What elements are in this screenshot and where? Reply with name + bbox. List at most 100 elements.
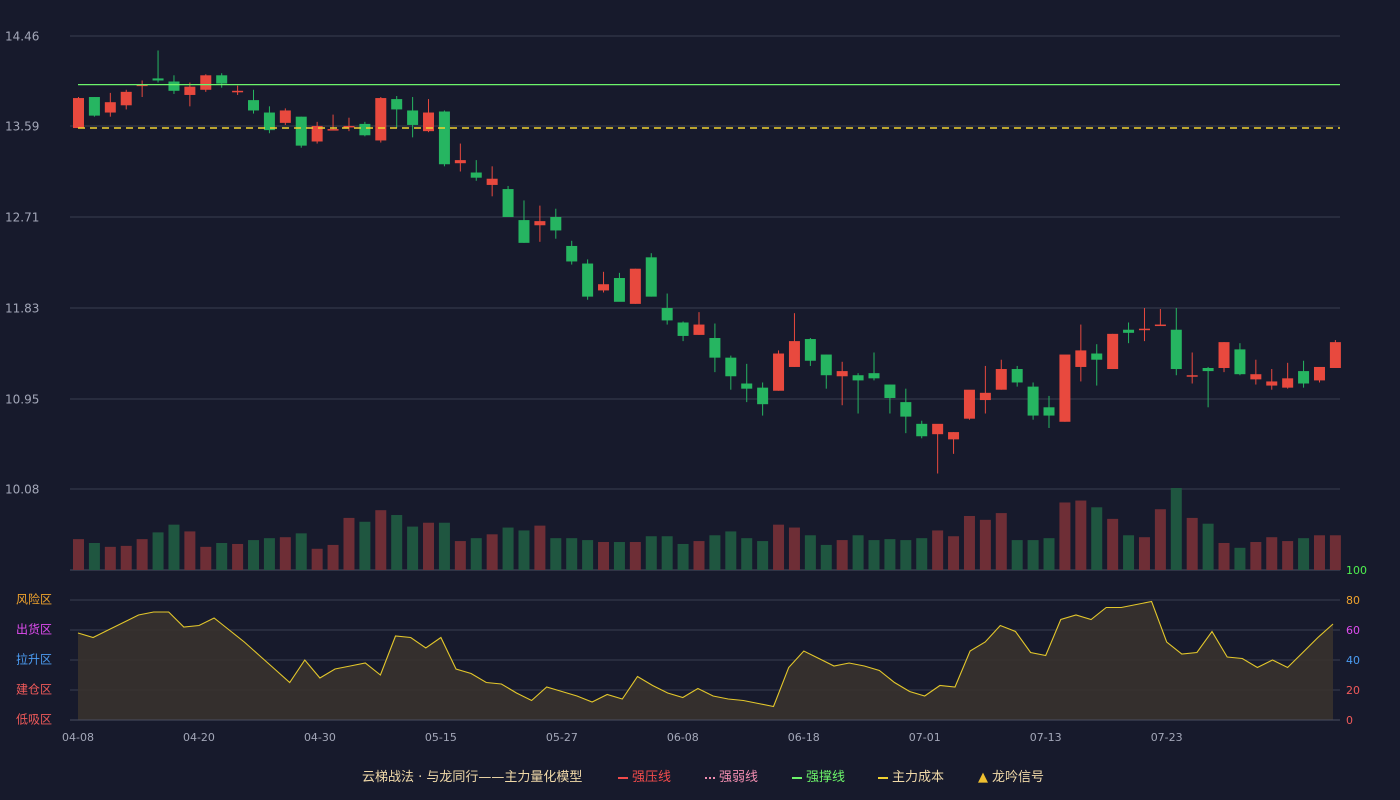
legend-support-item[interactable]: 强撑线: [792, 766, 845, 785]
osc-zone-label: 风险区: [16, 592, 52, 607]
candle-body[interactable]: [598, 284, 610, 291]
candle-body[interactable]: [1154, 324, 1166, 327]
candle-body[interactable]: [375, 98, 387, 141]
candle-body[interactable]: [1282, 378, 1294, 388]
candle-body[interactable]: [693, 324, 705, 335]
volume-bar: [454, 541, 466, 570]
candle-body[interactable]: [200, 75, 212, 90]
candle-body[interactable]: [932, 423, 944, 435]
candle-body[interactable]: [534, 221, 546, 226]
candle-body[interactable]: [868, 373, 880, 379]
candle-body[interactable]: [343, 125, 355, 128]
legend-title[interactable]: 云梯战法 · 与龙同行——主力量化模型: [362, 766, 582, 785]
candle-body[interactable]: [454, 160, 466, 164]
candle-body[interactable]: [1202, 367, 1214, 372]
candle-body[interactable]: [120, 91, 132, 106]
candle-body[interactable]: [629, 268, 641, 304]
candle-body[interactable]: [852, 375, 864, 381]
candle-body[interactable]: [757, 387, 769, 405]
candle-body[interactable]: [1059, 354, 1071, 422]
candle-body[interactable]: [216, 75, 228, 84]
candle-body[interactable]: [1298, 371, 1310, 384]
candle-body[interactable]: [438, 111, 450, 165]
volume-bar: [788, 527, 800, 570]
candle-body[interactable]: [1107, 333, 1119, 370]
candle-body[interactable]: [73, 98, 84, 129]
candle-body[interactable]: [709, 338, 721, 358]
candle-body[interactable]: [566, 245, 578, 262]
candle-body[interactable]: [884, 384, 896, 398]
volume-bar: [836, 540, 848, 570]
volume-bar: [1091, 507, 1103, 570]
candle-body[interactable]: [645, 257, 657, 297]
candle-body[interactable]: [407, 110, 419, 125]
candle-body[interactable]: [168, 81, 180, 91]
candle-body[interactable]: [1250, 374, 1262, 380]
candle-body[interactable]: [248, 100, 260, 111]
volume-bar: [486, 534, 498, 570]
candle-body[interactable]: [359, 123, 371, 136]
volume-bar: [629, 542, 641, 570]
candle-body[interactable]: [1186, 375, 1198, 377]
candle-body[interactable]: [725, 357, 737, 377]
volume-bar: [1075, 500, 1087, 570]
candle-body[interactable]: [1218, 342, 1230, 368]
candle-body[interactable]: [486, 178, 498, 185]
candle-body[interactable]: [1170, 329, 1182, 370]
candle-body[interactable]: [1313, 366, 1325, 381]
volume-bar: [311, 548, 323, 570]
stock-chart: 14.46 13.59 12.71 11.83 10.95 10.08 100 80 60 40 2…: [5, 30, 1367, 745]
candle-body[interactable]: [741, 383, 753, 389]
candle-body[interactable]: [1091, 353, 1103, 360]
candle-body[interactable]: [88, 97, 100, 116]
candle-body[interactable]: [1234, 349, 1246, 375]
candle-body[interactable]: [104, 102, 116, 113]
candle-body[interactable]: [836, 371, 848, 377]
candle-body[interactable]: [1011, 369, 1023, 383]
candle-body[interactable]: [963, 389, 975, 419]
legend-signal-item[interactable]: ▲ 龙吟信号: [978, 766, 1044, 785]
candle-body[interactable]: [948, 432, 960, 440]
x-tick-label: 06-08: [667, 731, 699, 744]
volume-bar: [693, 541, 705, 570]
volume-bar: [438, 522, 450, 570]
legend-weak-item[interactable]: 强弱线: [705, 766, 758, 785]
volume-bar: [1138, 537, 1150, 570]
candle-body[interactable]: [279, 110, 291, 123]
candle-body[interactable]: [550, 216, 562, 231]
candle-body[interactable]: [979, 392, 991, 401]
candle-body[interactable]: [820, 354, 832, 376]
candle-body[interactable]: [470, 172, 482, 178]
candle-body[interactable]: [295, 116, 307, 146]
candle-body[interactable]: [995, 369, 1007, 390]
candle-body[interactable]: [232, 90, 244, 93]
candle-body[interactable]: [327, 129, 339, 131]
volume-bar: [677, 543, 689, 570]
volume-bar: [1234, 547, 1246, 570]
candle-body[interactable]: [788, 341, 800, 367]
candle-body[interactable]: [391, 99, 403, 110]
candle-body[interactable]: [1123, 329, 1135, 333]
candle-body[interactable]: [661, 308, 673, 321]
candle-body[interactable]: [1075, 350, 1087, 367]
legend-strong-resist-item[interactable]: 强压线: [618, 766, 671, 785]
candle-body[interactable]: [773, 353, 785, 391]
candle-body[interactable]: [184, 86, 196, 95]
candle-body[interactable]: [804, 339, 816, 361]
candle-body[interactable]: [1027, 386, 1039, 416]
candle-body[interactable]: [1138, 328, 1150, 331]
candle-body[interactable]: [916, 423, 928, 437]
candle-body[interactable]: [502, 189, 514, 217]
candle-body[interactable]: [613, 278, 625, 302]
candle-body[interactable]: [152, 78, 164, 81]
candle-body[interactable]: [1266, 381, 1278, 386]
volume-bar: [613, 542, 625, 570]
legend-cost-item[interactable]: 主力成本: [878, 766, 944, 785]
candle-body[interactable]: [518, 220, 530, 243]
candle-body[interactable]: [582, 263, 594, 297]
volume-bar: [327, 544, 339, 570]
candle-body[interactable]: [1043, 407, 1055, 416]
candle-body[interactable]: [1329, 342, 1341, 368]
candle-body[interactable]: [900, 402, 912, 417]
candle-body[interactable]: [677, 322, 689, 336]
